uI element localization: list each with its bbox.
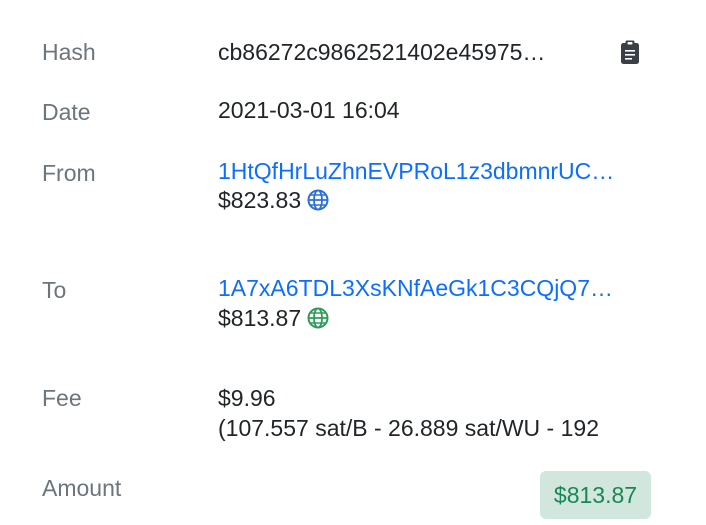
amount-label: Amount xyxy=(42,475,122,501)
to-amount-row: $813.87 xyxy=(218,304,329,332)
globe-icon[interactable] xyxy=(307,189,329,211)
fee-detail: (107.557 sat/B - 26.889 sat/WU - 192 xyxy=(218,415,599,441)
clipboard-icon[interactable] xyxy=(620,40,640,64)
hash-label: Hash xyxy=(42,39,96,65)
from-amount-row: $823.83 xyxy=(218,186,329,214)
amount-badge: $813.87 xyxy=(540,471,651,519)
to-label: To xyxy=(42,277,67,303)
to-usd-value: $813.87 xyxy=(218,305,302,331)
from-usd-value: $823.83 xyxy=(218,187,302,213)
to-address-link[interactable]: 1A7xA6TDL3XsKNfAeGk1C3CQjQ7… xyxy=(218,274,613,302)
date-value: 2021-03-01 16:04 xyxy=(218,97,400,123)
fee-label: Fee xyxy=(42,385,82,411)
from-label: From xyxy=(42,160,96,186)
globe-icon[interactable] xyxy=(307,307,329,329)
from-address-link[interactable]: 1HtQfHrLuZhnEVPRoL1z3dbmnrUC… xyxy=(218,157,614,185)
fee-usd-value: $9.96 xyxy=(218,385,276,411)
date-label: Date xyxy=(42,99,91,125)
hash-value: cb86272c9862521402e45975… xyxy=(218,39,546,65)
